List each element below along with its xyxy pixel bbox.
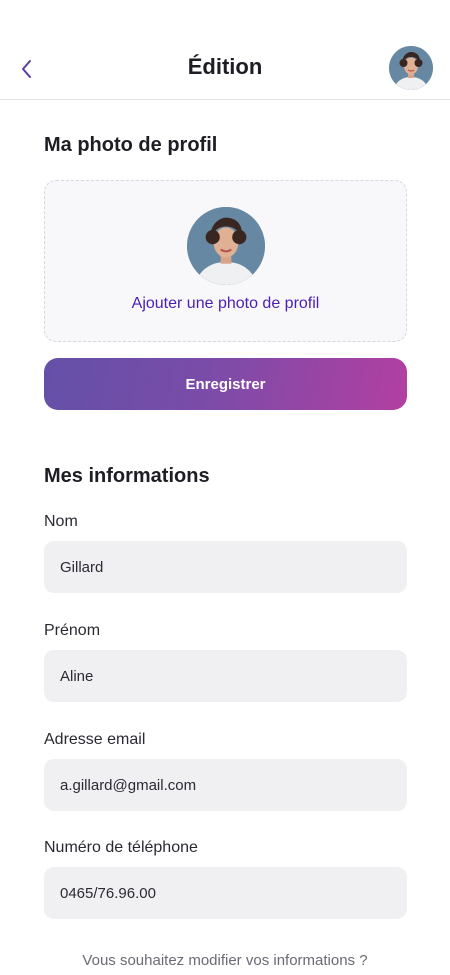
photo-upload-area[interactable]: Ajouter une photo de profil (44, 180, 407, 342)
first-name-field[interactable] (44, 650, 407, 702)
phone-field[interactable] (44, 867, 407, 919)
first-name-label: Prénom (44, 622, 101, 639)
email-label: Adresse email (44, 731, 146, 748)
add-photo-link[interactable]: Ajouter une photo de profil (45, 295, 406, 313)
phone-label: Numéro de téléphone (44, 839, 198, 856)
save-button[interactable]: Enregistrer (44, 358, 407, 410)
email-field[interactable] (44, 759, 407, 811)
my-info-heading: Mes informations (44, 465, 210, 487)
page-title: Édition (187, 54, 263, 79)
last-name-label: Nom (44, 513, 78, 530)
last-name-field[interactable] (44, 541, 407, 593)
profile-photo-heading: Ma photo de profil (44, 134, 218, 156)
profile-photo-preview (187, 207, 265, 285)
avatar[interactable] (389, 46, 433, 90)
modify-info-prompt[interactable]: Vous souhaitez modifier vos informations… (0, 952, 450, 969)
top-bar: Édition (0, 0, 450, 100)
